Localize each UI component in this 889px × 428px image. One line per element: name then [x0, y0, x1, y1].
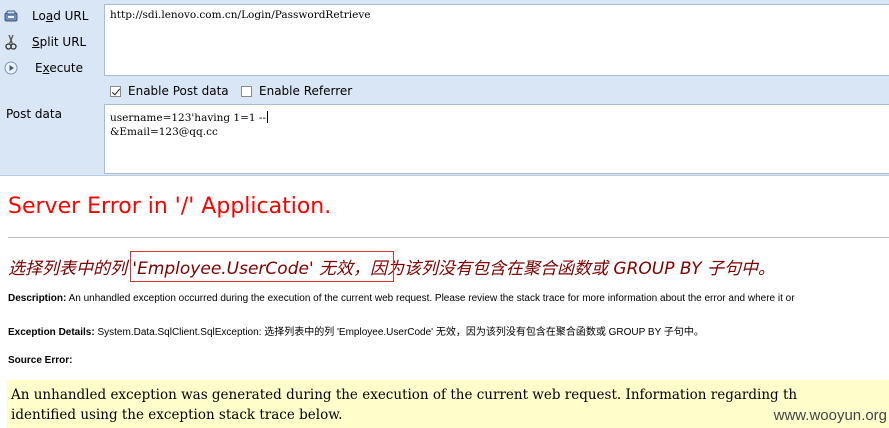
watermark: www.wooyun.org	[773, 407, 887, 424]
execute-button[interactable]: Execute	[0, 56, 104, 80]
highlight-box	[130, 251, 394, 282]
hackbar-toolbar: Load URL Split URL Execute http://sdi.le…	[0, 0, 889, 176]
divider	[8, 237, 889, 238]
enable-post-data-checkbox[interactable]: Enable Post data	[110, 84, 229, 98]
play-icon	[0, 61, 22, 75]
checkbox-unchecked-icon[interactable]	[241, 85, 252, 97]
post-data-input[interactable]: username=123'having 1=1 -- &Email=123@qq…	[104, 104, 889, 174]
split-url-button[interactable]: Split URL	[0, 30, 104, 54]
source-error-heading: Source Error:	[8, 355, 73, 366]
url-value: http://sdi.lenovo.com.cn/Login/PasswordR…	[110, 9, 371, 21]
source-error-line: An unhandled exception was generated dur…	[11, 387, 798, 403]
scissors-icon	[0, 34, 22, 50]
post-data-line: username=123'having 1=1 --	[110, 111, 269, 124]
post-data-line: &Email=123@qq.cc	[110, 126, 218, 138]
enable-referrer-checkbox[interactable]: Enable Referrer	[241, 84, 352, 98]
description-line: Description: An unhandled exception occu…	[8, 293, 795, 304]
checkbox-checked-icon[interactable]	[110, 85, 121, 97]
source-error-line: identified using the exception stack tra…	[11, 407, 343, 423]
load-url-icon	[0, 10, 22, 22]
exception-details-line: Exception Details: System.Data.SqlClient…	[8, 327, 704, 338]
text-caret	[267, 111, 269, 123]
post-data-label: Post data	[6, 107, 62, 121]
load-url-button[interactable]: Load URL	[0, 4, 104, 28]
error-title: Server Error in '/' Application.	[8, 194, 332, 219]
enable-post-data-label: Enable Post data	[128, 84, 229, 98]
url-input[interactable]: http://sdi.lenovo.com.cn/Login/PasswordR…	[104, 4, 889, 76]
enable-referrer-label: Enable Referrer	[259, 84, 353, 98]
